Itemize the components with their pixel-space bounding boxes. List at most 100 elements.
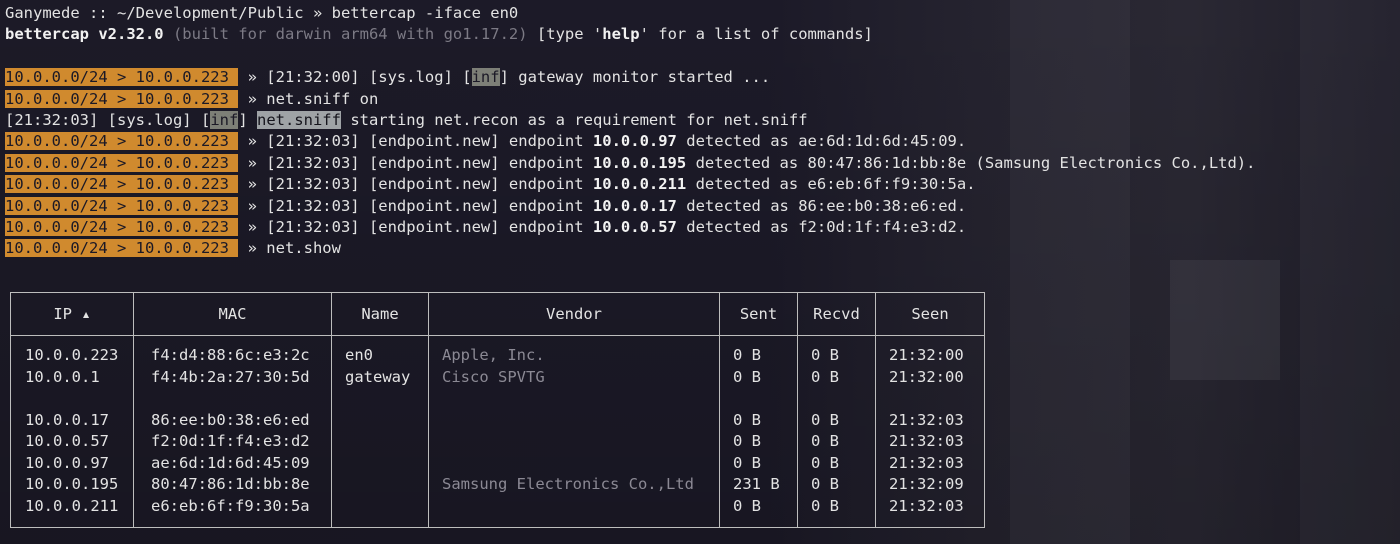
column-header-seen[interactable]: Seen	[876, 304, 984, 325]
cell-ip: 10.0.0.1	[25, 368, 100, 386]
column-divider	[133, 293, 134, 527]
cell-name: en0	[345, 346, 373, 364]
cell-ip: 10.0.0.57	[25, 432, 109, 450]
cell-recvd: 0 B	[811, 411, 839, 429]
cell-sent: 0 B	[733, 411, 761, 429]
cell-name: gateway	[345, 368, 411, 386]
cell-mac: f2:0d:1f:f4:e3:d2	[151, 432, 310, 450]
log-text: » [21:32:03] [endpoint.new] endpoint	[238, 132, 593, 150]
cell-seen: 21:32:03	[889, 497, 964, 515]
log-text: detected as 80:47:86:1d:bb:8e (Samsung E…	[686, 154, 1256, 172]
column-divider	[331, 293, 332, 527]
cell-seen: 21:32:09	[889, 475, 964, 493]
column-header-recvd[interactable]: Recvd	[798, 304, 875, 325]
cell-ip: 10.0.0.211	[25, 497, 119, 515]
cell-recvd: 0 B	[811, 497, 839, 515]
log-line: 10.0.0.0/24 > 10.0.0.223 » [21:32:03] [e…	[5, 196, 966, 217]
cell-sent: 0 B	[733, 454, 761, 472]
cell-recvd: 0 B	[811, 368, 839, 386]
log-text: detected as e6:eb:6f:f9:30:5a.	[686, 175, 976, 193]
log-text: » [21:32:03] [endpoint.new] endpoint	[238, 218, 593, 236]
cell-vendor: Cisco SPVTG	[442, 368, 545, 386]
column-divider	[797, 293, 798, 527]
cell-mac: f4:d4:88:6c:e3:2c	[151, 346, 310, 364]
terminal-window[interactable]: Ganymede :: ~/Development/Public » bette…	[0, 0, 1400, 544]
help-hint-pre: [type '	[527, 25, 603, 43]
log-message: starting net.recon as a requirement for …	[340, 111, 808, 129]
log-text: » [21:32:00] [sys.log] [	[238, 68, 472, 86]
log-text: » [21:32:03] [endpoint.new] endpoint	[238, 154, 593, 172]
endpoint-ip: 10.0.0.57	[592, 218, 677, 236]
log-text: » [21:32:03] [endpoint.new] endpoint	[238, 197, 593, 215]
version-line: bettercap v2.32.0 (built for darwin arm6…	[5, 24, 873, 45]
help-command: help	[602, 25, 640, 43]
hosts-table: IP ▴ MAC Name Vendor Sent Recvd Seen 10.…	[10, 292, 985, 528]
log-line: 10.0.0.0/24 > 10.0.0.223 » net.show	[5, 238, 341, 259]
endpoint-ip: 10.0.0.17	[592, 197, 677, 215]
build-info: (built for darwin arm64 with go1.17.2)	[163, 25, 528, 43]
log-line: 10.0.0.0/24 > 10.0.0.223 » net.sniff on	[5, 89, 378, 110]
cell-vendor: Apple, Inc.	[442, 346, 545, 364]
session-prompt: 10.0.0.0/24 > 10.0.0.223	[5, 154, 239, 172]
column-header-vendor[interactable]: Vendor	[429, 304, 719, 325]
cell-vendor: Samsung Electronics Co.,Ltd	[442, 475, 694, 493]
cell-seen: 21:32:03	[889, 411, 964, 429]
column-header-ip[interactable]: IP ▴	[11, 304, 133, 325]
cell-seen: 21:32:00	[889, 368, 964, 386]
log-text: » [21:32:03] [endpoint.new] endpoint	[238, 175, 593, 193]
session-prompt: 10.0.0.0/24 > 10.0.0.223	[5, 68, 239, 86]
column-header-mac[interactable]: MAC	[134, 304, 331, 325]
column-divider	[428, 293, 429, 527]
log-line: 10.0.0.0/24 > 10.0.0.223 » [21:32:00] [s…	[5, 67, 770, 88]
cell-recvd: 0 B	[811, 454, 839, 472]
log-message: ] gateway monitor started ...	[499, 68, 771, 86]
log-line: 10.0.0.0/24 > 10.0.0.223 » [21:32:03] [e…	[5, 174, 976, 195]
session-prompt: 10.0.0.0/24 > 10.0.0.223	[5, 175, 239, 193]
cell-mac: f4:4b:2a:27:30:5d	[151, 368, 310, 386]
session-prompt: 10.0.0.0/24 > 10.0.0.223	[5, 197, 239, 215]
cell-mac: 86:ee:b0:38:e6:ed	[151, 411, 310, 429]
column-divider	[719, 293, 720, 527]
version-name: bettercap v2.32.0	[5, 25, 164, 43]
column-divider	[875, 293, 876, 527]
log-line: 10.0.0.0/24 > 10.0.0.223 » [21:32:03] [e…	[5, 131, 966, 152]
cell-ip: 10.0.0.195	[25, 475, 119, 493]
log-line: [21:32:03] [sys.log] [inf] net.sniff sta…	[5, 110, 808, 131]
log-text: [21:32:03] [sys.log] [	[5, 111, 211, 129]
cell-recvd: 0 B	[811, 346, 839, 364]
log-level-tag: inf	[210, 111, 239, 129]
cell-mac: 80:47:86:1d:bb:8e	[151, 475, 310, 493]
endpoint-ip: 10.0.0.97	[592, 132, 677, 150]
log-text: detected as f2:0d:1f:f4:e3:d2.	[676, 218, 967, 236]
log-line: 10.0.0.0/24 > 10.0.0.223 » [21:32:03] [e…	[5, 217, 966, 238]
cell-seen: 21:32:00	[889, 346, 964, 364]
cell-sent: 0 B	[733, 432, 761, 450]
log-level-tag: inf	[471, 68, 500, 86]
log-line: 10.0.0.0/24 > 10.0.0.223 » [21:32:03] [e…	[5, 153, 1255, 174]
column-header-sent[interactable]: Sent	[720, 304, 797, 325]
help-hint-post: ' for a list of commands]	[639, 25, 873, 43]
endpoint-ip: 10.0.0.211	[592, 175, 687, 193]
log-text: ]	[238, 111, 257, 129]
cell-ip: 10.0.0.17	[25, 411, 109, 429]
cell-seen: 21:32:03	[889, 432, 964, 450]
log-text: » net.sniff on	[238, 90, 379, 108]
cell-mac: e6:eb:6f:f9:30:5a	[151, 497, 310, 515]
cell-ip: 10.0.0.97	[25, 454, 109, 472]
cell-sent: 0 B	[733, 368, 761, 386]
log-text: detected as 86:ee:b0:38:e6:ed.	[676, 197, 967, 215]
log-text: detected as ae:6d:1d:6d:45:09.	[676, 132, 967, 150]
cell-ip: 10.0.0.223	[25, 346, 119, 364]
module-tag: net.sniff	[256, 111, 341, 129]
cell-seen: 21:32:03	[889, 454, 964, 472]
session-prompt: 10.0.0.0/24 > 10.0.0.223	[5, 218, 239, 236]
cell-recvd: 0 B	[811, 475, 839, 493]
cell-mac: ae:6d:1d:6d:45:09	[151, 454, 310, 472]
log-text: » net.show	[238, 239, 341, 257]
header-divider	[11, 335, 984, 336]
cell-sent: 0 B	[733, 497, 761, 515]
shell-command-line: Ganymede :: ~/Development/Public » bette…	[5, 4, 519, 22]
cell-recvd: 0 B	[811, 432, 839, 450]
session-prompt: 10.0.0.0/24 > 10.0.0.223	[5, 239, 239, 257]
column-header-name[interactable]: Name	[332, 304, 428, 325]
